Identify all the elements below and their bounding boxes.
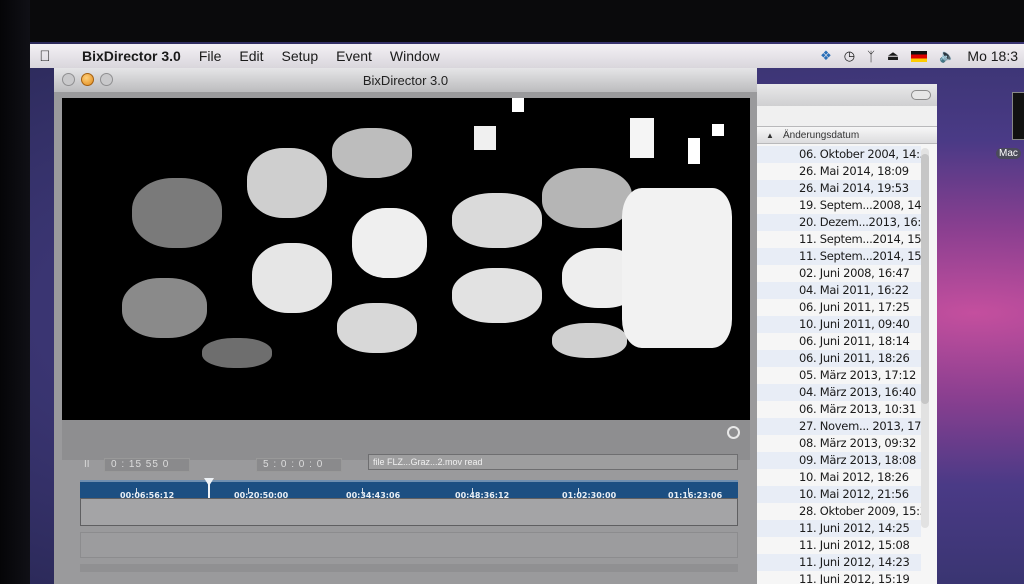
list-row[interactable]: 27. Novem... 2013, 17 — [757, 418, 921, 435]
video-pixel — [512, 98, 524, 112]
sort-ascending-icon: ▲ — [766, 130, 774, 140]
video-pixel — [712, 124, 724, 136]
video-blob — [542, 168, 632, 228]
list-row[interactable]: 10. Mai 2012, 21:56 — [757, 486, 921, 503]
pause-button[interactable]: II — [84, 459, 90, 470]
list-row[interactable]: 11. Juni 2012, 14:25 — [757, 520, 921, 537]
video-pixel — [474, 126, 496, 150]
video-blob — [122, 278, 207, 338]
list-row[interactable]: 20. Dezem...2013, 16:( — [757, 214, 921, 231]
timeline-track[interactable] — [80, 532, 738, 558]
list-row[interactable]: 06. Juni 2011, 18:26 — [757, 350, 921, 367]
menubar:  BixDirector 3.0 File Edit Setup Event … — [30, 44, 1024, 68]
menu-edit[interactable]: Edit — [239, 48, 263, 64]
list-row[interactable]: 08. März 2013, 09:32 — [757, 435, 921, 452]
list-row[interactable]: 11. Juni 2012, 15:19 — [757, 571, 921, 584]
time-machine-icon[interactable]: ◷ — [844, 48, 855, 64]
screen-bezel-top — [0, 0, 1024, 42]
hard-drive-icon[interactable] — [1012, 92, 1024, 140]
desktop-icon-label: Mac — [996, 148, 1021, 159]
list-row[interactable]: 11. Juni 2012, 14:23 — [757, 554, 921, 571]
video-blob — [202, 338, 272, 368]
playhead-line — [208, 484, 210, 498]
menu-app-name[interactable]: BixDirector 3.0 — [82, 48, 181, 64]
list-row[interactable]: 06. März 2013, 10:31 — [757, 401, 921, 418]
window-titlebar[interactable]: BixDirector 3.0 — [54, 68, 757, 92]
timeline-track[interactable] — [80, 498, 738, 526]
list-row[interactable]: 04. Mai 2011, 16:22 — [757, 282, 921, 299]
list-row[interactable]: 26. Mai 2014, 18:09 — [757, 163, 921, 180]
video-blob — [332, 128, 412, 178]
video-blob — [552, 323, 627, 358]
bluetooth-icon[interactable]: ᛉ — [867, 49, 875, 64]
scrollbar-thumb[interactable] — [921, 154, 929, 404]
duration-timecode-field[interactable]: 5 : 0 : 0 : 0 — [256, 458, 342, 472]
list-row[interactable]: 06. Oktober 2004, 14:5 — [757, 146, 921, 163]
video-blob — [352, 208, 427, 278]
window-title: BixDirector 3.0 — [362, 72, 449, 88]
list-row[interactable]: 19. Septem...2008, 14: — [757, 197, 921, 214]
toolbar-toggle-button[interactable] — [911, 90, 931, 100]
list-row[interactable]: 28. Oktober 2009, 15:3 — [757, 503, 921, 520]
column-header-label: Änderungsdatum — [783, 129, 860, 141]
list-row[interactable]: 10. Juni 2011, 09:40 — [757, 316, 921, 333]
video-blob — [132, 178, 222, 248]
menu-window[interactable]: Window — [390, 48, 440, 64]
list-row[interactable]: 04. März 2013, 16:40 — [757, 384, 921, 401]
list-row[interactable]: 06. Juni 2011, 18:14 — [757, 333, 921, 350]
list-row[interactable]: 11. Septem...2014, 15: — [757, 248, 921, 265]
finder-toolbar — [757, 106, 937, 126]
list-row[interactable]: 11. Septem...2014, 15: — [757, 231, 921, 248]
file-status-field: file FLZ...Graz...2.mov read — [368, 454, 738, 470]
column-header-modified[interactable]: ▲ Änderungsdatum — [757, 126, 937, 144]
menu-setup[interactable]: Setup — [282, 48, 319, 64]
list-row[interactable]: 06. Juni 2011, 17:25 — [757, 299, 921, 316]
list-row[interactable]: 09. März 2013, 18:08 — [757, 452, 921, 469]
timeline-track — [80, 564, 738, 572]
finder-window: ▲ Änderungsdatum 06. Oktober 2004, 14:5 2… — [757, 84, 937, 584]
list-row[interactable]: 05. März 2013, 17:12 — [757, 367, 921, 384]
zoom-button[interactable] — [100, 73, 113, 86]
window-controls — [62, 73, 113, 86]
file-list: 06. Oktober 2004, 14:5 26. Mai 2014, 18:0… — [757, 146, 921, 584]
video-preview[interactable] — [62, 98, 750, 420]
dropbox-icon[interactable]: ❖ — [820, 48, 832, 64]
screen-bezel-left — [0, 0, 30, 584]
video-pixel — [630, 118, 654, 158]
transport-controls: II 0 : 15 55 0 5 : 0 : 0 : 0 file FLZ...… — [76, 454, 742, 478]
close-button[interactable] — [62, 73, 75, 86]
menu-file[interactable]: File — [199, 48, 222, 64]
volume-icon[interactable]: 🔈 — [939, 48, 955, 64]
input-source-flag-icon[interactable] — [911, 50, 928, 62]
video-blob — [622, 188, 732, 348]
video-blob — [452, 268, 542, 323]
eject-icon[interactable]: ⏏ — [887, 48, 899, 64]
video-blob — [452, 193, 542, 248]
menu-event[interactable]: Event — [336, 48, 372, 64]
video-blob — [247, 148, 327, 218]
video-pixel — [688, 138, 700, 164]
record-toggle-button[interactable] — [727, 426, 740, 439]
finder-titlebar[interactable] — [757, 84, 937, 106]
minimize-button[interactable] — [81, 73, 94, 86]
current-timecode-field[interactable]: 0 : 15 55 0 — [104, 458, 190, 472]
list-row[interactable]: 10. Mai 2012, 18:26 — [757, 469, 921, 486]
vertical-scrollbar[interactable] — [921, 148, 929, 528]
video-blob — [252, 243, 332, 313]
list-row[interactable]: 11. Juni 2012, 15:08 — [757, 537, 921, 554]
list-row[interactable]: 02. Juni 2008, 16:47 — [757, 265, 921, 282]
video-blob — [337, 303, 417, 353]
menubar-clock[interactable]: Mo 18:3 — [967, 48, 1018, 64]
status-area: ❖ ◷ ᛉ ⏏ 🔈 Mo 18:3 — [820, 48, 1024, 64]
list-row[interactable]: 26. Mai 2014, 19:53 — [757, 180, 921, 197]
apple-menu-icon[interactable]:  — [30, 48, 60, 65]
